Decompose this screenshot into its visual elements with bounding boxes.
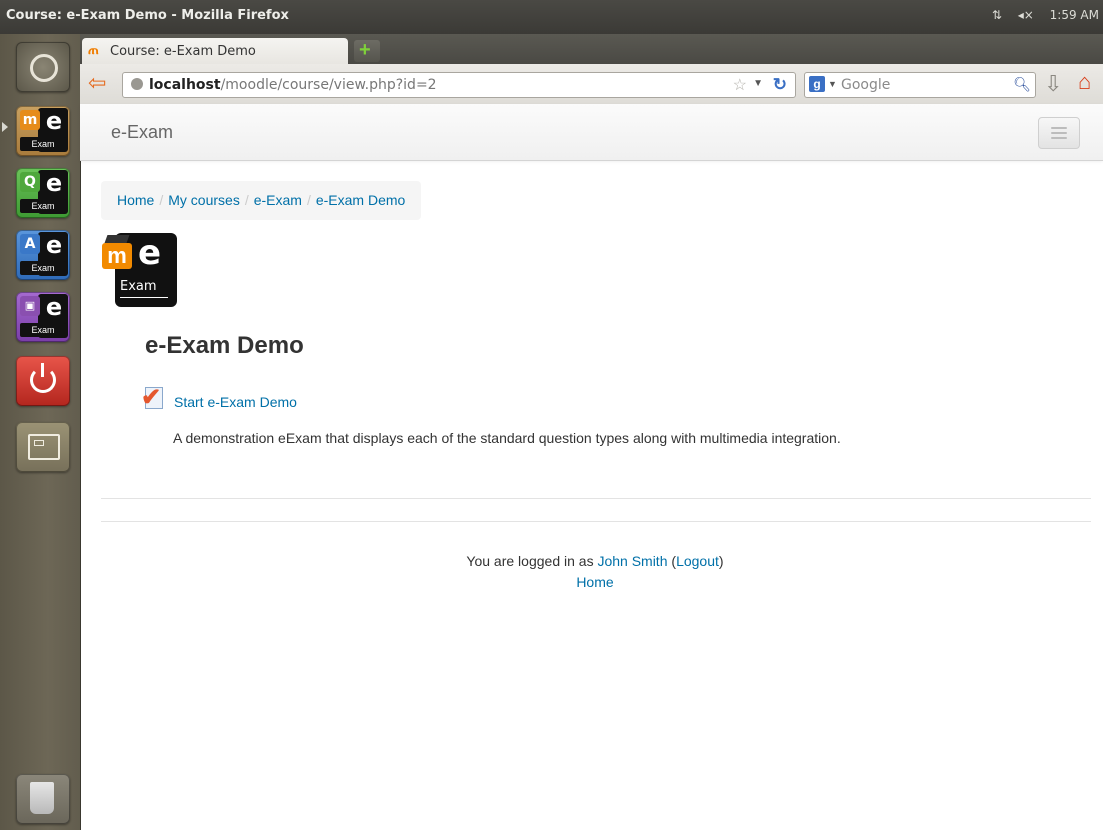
- answer-icon: A: [20, 234, 40, 254]
- back-arrow-icon: ⇦: [88, 70, 107, 95]
- hamburger-icon: [1051, 127, 1067, 129]
- moodle-logo-icon: m: [102, 243, 132, 269]
- launcher-trash[interactable]: [16, 774, 70, 824]
- moodle-icon: m: [20, 110, 40, 130]
- activity-description: A demonstration eExam that displays each…: [173, 430, 841, 446]
- moodle-favicon-icon: ጠ: [88, 43, 99, 58]
- tab-bar: ጠ Course: e-Exam Demo +: [80, 34, 1103, 64]
- new-tab-button[interactable]: +: [354, 39, 380, 62]
- running-indicator: [2, 122, 8, 132]
- divider: [101, 498, 1091, 499]
- footer-home: Home: [0, 574, 1103, 590]
- home-icon[interactable]: ⌂: [1078, 69, 1091, 95]
- course-logo: m e Exam: [102, 231, 178, 309]
- magnifier-icon[interactable]: 🔍︎: [1013, 76, 1031, 93]
- google-icon[interactable]: g: [809, 76, 825, 92]
- downloads-icon[interactable]: ⇩: [1044, 71, 1062, 97]
- panel-indicators: ⇅ ◂× 1:59 AM: [980, 8, 1099, 22]
- search-engine-dropdown-icon[interactable]: ▼: [828, 79, 837, 89]
- back-button[interactable]: ⇦: [88, 70, 114, 95]
- breadcrumb: Home / My courses / e-Exam / e-Exam Demo: [101, 181, 422, 220]
- divider: [101, 521, 1091, 522]
- breadcrumb-my-courses[interactable]: My courses: [168, 192, 240, 208]
- launcher-shutdown[interactable]: [16, 356, 70, 406]
- start-exam-link[interactable]: Start e-Exam Demo: [174, 394, 297, 410]
- launcher-media-exam[interactable]: ▣ e Exam: [16, 292, 70, 342]
- quiz-icon: Q: [20, 172, 40, 192]
- logout-link[interactable]: Logout: [676, 553, 719, 569]
- menu-toggle-button[interactable]: [1038, 117, 1080, 149]
- unity-launcher: m e Exam Q e Exam A e Exam ▣ e Exam: [0, 34, 81, 830]
- search-box[interactable]: g ▼ Google 🔍︎: [804, 72, 1036, 98]
- launcher-answer-exam[interactable]: A e Exam: [16, 230, 70, 280]
- clock[interactable]: 1:59 AM: [1050, 8, 1099, 22]
- moodle-navbar: e-Exam: [80, 104, 1103, 161]
- system-top-panel: Course: e-Exam Demo - Mozilla Firefox ⇅ …: [0, 0, 1103, 34]
- launcher-quiz-exam[interactable]: Q e Exam: [16, 168, 70, 218]
- url-history-dropdown-icon[interactable]: ▼: [753, 78, 763, 89]
- trash-icon: [30, 782, 54, 814]
- footer-home-link[interactable]: Home: [576, 574, 613, 590]
- login-info: You are logged in as John Smith (Logout): [466, 553, 724, 569]
- network-icon[interactable]: ⇅: [992, 8, 1002, 22]
- launcher-moodle-exam[interactable]: m e Exam: [16, 106, 70, 156]
- breadcrumb-category[interactable]: e-Exam: [254, 192, 302, 208]
- site-identity-icon[interactable]: [131, 78, 143, 90]
- tab-course-e-exam-demo[interactable]: ጠ Course: e-Exam Demo: [82, 38, 348, 64]
- graduation-cap-icon: [104, 235, 130, 243]
- user-profile-link[interactable]: John Smith: [597, 553, 667, 569]
- sound-muted-icon[interactable]: ◂×: [1018, 8, 1034, 22]
- url-text: localhost/moodle/course/view.php?id=2: [149, 77, 437, 93]
- launcher-workspaces[interactable]: [16, 422, 70, 472]
- plus-icon: +: [359, 39, 371, 61]
- window-title: Course: e-Exam Demo - Mozilla Firefox: [6, 8, 289, 23]
- tab-title: Course: e-Exam Demo: [110, 44, 256, 59]
- bookmark-star-icon[interactable]: ☆: [733, 75, 747, 95]
- dash-home-button[interactable]: [16, 42, 70, 92]
- reload-icon[interactable]: ↻: [773, 75, 787, 95]
- url-bar[interactable]: localhost/moodle/course/view.php?id=2 ☆ …: [122, 72, 796, 98]
- navigation-toolbar: ⇦ localhost/moodle/course/view.php?id=2 …: [80, 64, 1103, 105]
- workspace-icon: [28, 434, 60, 460]
- breadcrumb-home[interactable]: Home: [117, 192, 154, 208]
- breadcrumb-course[interactable]: e-Exam Demo: [316, 192, 405, 208]
- site-brand[interactable]: e-Exam: [111, 122, 173, 143]
- media-icon: ▣: [20, 296, 40, 316]
- search-placeholder: Google: [841, 77, 891, 93]
- page-title: e-Exam Demo: [145, 332, 304, 359]
- quiz-activity-icon: ✔: [141, 384, 163, 411]
- ubuntu-logo-icon: [30, 54, 58, 82]
